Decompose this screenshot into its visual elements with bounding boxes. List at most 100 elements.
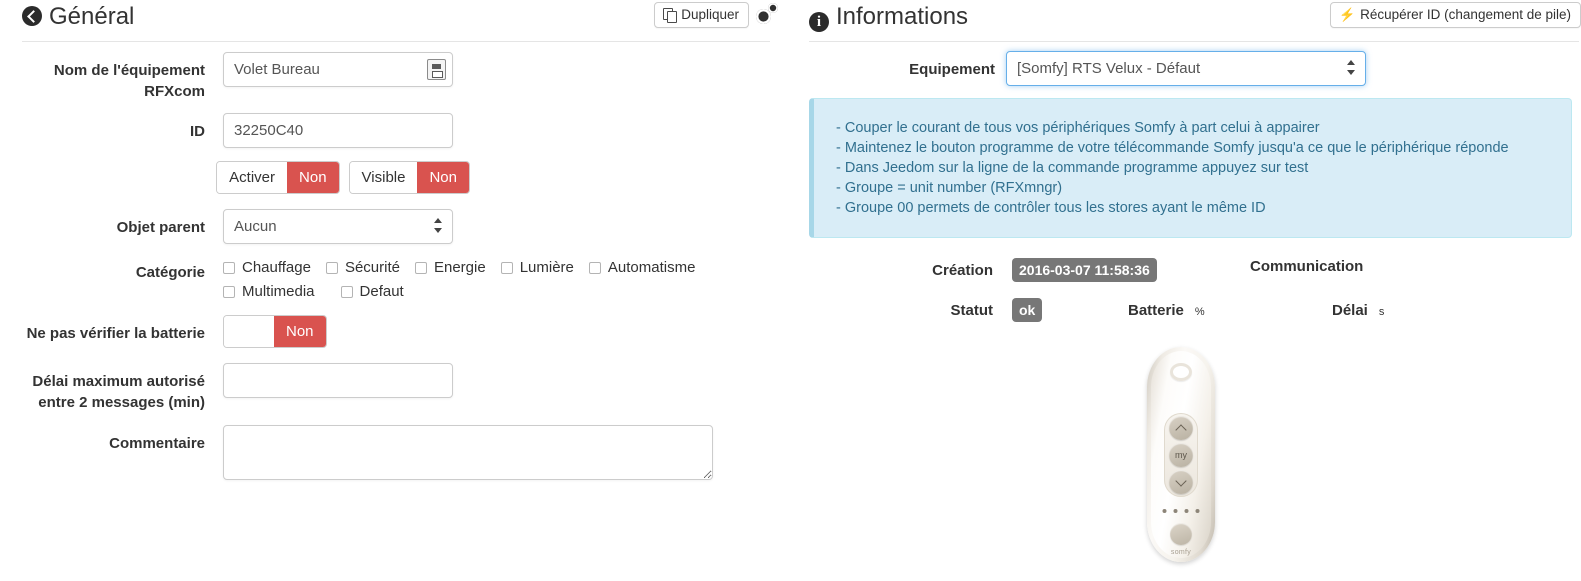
- remote-inner-face: my somfy: [1151, 351, 1211, 558]
- switch-group: Activer Non Visible Non: [216, 161, 470, 194]
- led-dot: [1195, 509, 1200, 513]
- checkbox-multimedia[interactable]: Multimedia: [223, 282, 315, 302]
- field-row-battery-check: Ne pas vérifier la batterie Non: [0, 315, 470, 348]
- toggle-battery-check-state: Non: [274, 316, 326, 347]
- general-panel: Général Dupliquer Nom de l'équipement RF…: [0, 0, 790, 581]
- toggle-activer-state: Non: [287, 162, 339, 193]
- checkbox-lumiere-label: Lumière: [519, 259, 574, 276]
- statut-badge: ok: [1012, 298, 1043, 322]
- alert-line: - Groupe 00 permets de contrôler tous le…: [836, 200, 1266, 216]
- info-batterie: Batterie %: [1128, 302, 1205, 319]
- checkbox-box-icon: [500, 262, 513, 274]
- led-dot: [1184, 509, 1189, 513]
- back-arrow-icon[interactable]: [22, 6, 42, 26]
- checkbox-automatisme-label: Automatisme: [607, 259, 696, 276]
- battery-picker-icon[interactable]: [427, 59, 446, 80]
- parent-object-select[interactable]: Aucun: [223, 209, 453, 244]
- checkbox-box-icon: [223, 286, 235, 298]
- comment-textarea[interactable]: [223, 425, 713, 480]
- name-label: Nom de l'équipement RFXcom: [53, 62, 205, 100]
- category-checkbox-group: Chauffage Sécurité Energie Lumière Autom…: [223, 258, 788, 306]
- parent-object-label: Objet parent: [116, 219, 205, 236]
- checkbox-box-icon: [588, 262, 601, 274]
- recover-id-button-label: Récupérer ID (changement de pile): [1360, 7, 1571, 22]
- copy-icon: [663, 8, 678, 23]
- informations-header-actions: ⚡ Récupérer ID (changement de pile): [1329, 2, 1581, 28]
- batterie-label: Batterie: [1128, 302, 1184, 319]
- checkbox-lumiere[interactable]: Lumière: [500, 258, 574, 278]
- device-id-input[interactable]: [223, 113, 453, 148]
- category-label: Catégorie: [135, 264, 205, 281]
- statut-label: Statut: [950, 302, 994, 319]
- led-dot: [1162, 509, 1167, 513]
- checkbox-chauffage[interactable]: Chauffage: [223, 258, 311, 278]
- checkbox-automatisme[interactable]: Automatisme: [588, 258, 696, 278]
- delai-unit: s: [1378, 306, 1385, 318]
- alert-line: - Maintenez le bouton programme de votre…: [836, 140, 1509, 156]
- toggle-visible[interactable]: Visible Non: [348, 161, 470, 194]
- id-input-wrap: [223, 113, 453, 148]
- checkbox-energie[interactable]: Energie: [414, 258, 486, 278]
- info-statut: Statut ok: [873, 298, 1043, 322]
- field-row-parent-object: Objet parent Aucun: [0, 209, 470, 244]
- duplicate-button-label: Dupliquer: [681, 7, 739, 22]
- battery-check-switch-wrap: Non: [223, 315, 327, 348]
- checkbox-box-icon: [340, 286, 353, 298]
- max-delay-input[interactable]: [223, 363, 453, 398]
- max-delay-label: Délai maximum autorisé entre 2 messages …: [32, 373, 205, 411]
- creation-timestamp-badge: 2016-03-07 11:58:36: [1012, 258, 1157, 282]
- toggle-activer-label: Activer: [217, 162, 288, 193]
- alert-line: - Groupe = unit number (RFXmngr): [836, 180, 1063, 196]
- checkbox-defaut-label: Defaut: [359, 283, 404, 300]
- batterie-unit: %: [1194, 306, 1205, 318]
- checkbox-energie-label: Energie: [433, 259, 486, 276]
- field-row-comment: Commentaire: [0, 425, 730, 485]
- alert-line: - Dans Jeedom sur la ligne de la command…: [836, 160, 1309, 176]
- max-delay-input-wrap: [223, 363, 453, 398]
- toggle-activer[interactable]: Activer Non: [216, 161, 340, 194]
- equipment-select[interactable]: [Somfy] RTS Velux - Défaut: [1006, 51, 1366, 86]
- equipment-name-input[interactable]: [223, 52, 453, 87]
- remote-channel-leds: [1162, 509, 1200, 513]
- field-row-switches: Activer Non Visible Non: [0, 161, 470, 194]
- info-circle-icon: i: [809, 12, 829, 32]
- led-dot: [1173, 509, 1178, 513]
- parent-object-select-wrap: Aucun: [223, 209, 453, 244]
- somfy-telis-remote-image: my somfy: [1100, 345, 1280, 570]
- checkbox-box-icon: [414, 262, 427, 274]
- checkbox-box-icon: [325, 262, 338, 274]
- general-header-actions: Dupliquer: [654, 2, 782, 28]
- remote-program-button-icon: [1170, 523, 1192, 545]
- remote-body: my somfy: [1147, 347, 1215, 562]
- gears-icon[interactable]: [756, 3, 782, 27]
- comment-textarea-wrap: [223, 425, 713, 485]
- remote-button-pad: my: [1164, 413, 1198, 497]
- toggle-visible-state: Non: [417, 162, 469, 193]
- checkbox-box-icon: [223, 262, 235, 274]
- toggle-battery-check[interactable]: Non: [223, 315, 327, 348]
- field-row-category: Catégorie Chauffage Sécurité Energie Lum…: [0, 258, 790, 306]
- duplicate-button[interactable]: Dupliquer: [654, 2, 749, 28]
- informations-title: Informations: [836, 3, 969, 30]
- page-title: Général: [49, 3, 135, 30]
- equipment-select-wrap: [Somfy] RTS Velux - Défaut: [1006, 51, 1366, 86]
- toggle-visible-label: Visible: [349, 162, 418, 193]
- info-delai: Délai s: [1332, 302, 1384, 319]
- checkbox-chauffage-label: Chauffage: [242, 259, 311, 276]
- field-row-equipment: Equipement [Somfy] RTS Velux - Défaut: [795, 51, 1395, 86]
- name-input-wrap: [223, 52, 453, 87]
- communication-label: Communication: [1250, 258, 1364, 275]
- remote-lanyard-hole: [1170, 363, 1192, 381]
- checkbox-securite[interactable]: Sécurité: [325, 258, 400, 278]
- bolt-icon: ⚡: [1338, 7, 1356, 22]
- remote-brand-label: somfy: [1170, 549, 1192, 556]
- field-row-name: Nom de l'équipement RFXcom: [0, 52, 470, 102]
- device-configuration-page: Général Dupliquer Nom de l'équipement RF…: [0, 0, 1581, 581]
- recover-id-button[interactable]: ⚡ Récupérer ID (changement de pile): [1329, 2, 1581, 28]
- checkbox-defaut[interactable]: Defaut: [340, 282, 404, 302]
- battery-check-label: Ne pas vérifier la batterie: [26, 325, 205, 342]
- equipment-label: Equipement: [909, 61, 995, 78]
- pairing-instructions-alert: - Couper le courant de tous vos périphér…: [809, 98, 1572, 238]
- checkbox-multimedia-label: Multimedia: [242, 283, 315, 300]
- remote-down-button-icon: [1169, 470, 1193, 494]
